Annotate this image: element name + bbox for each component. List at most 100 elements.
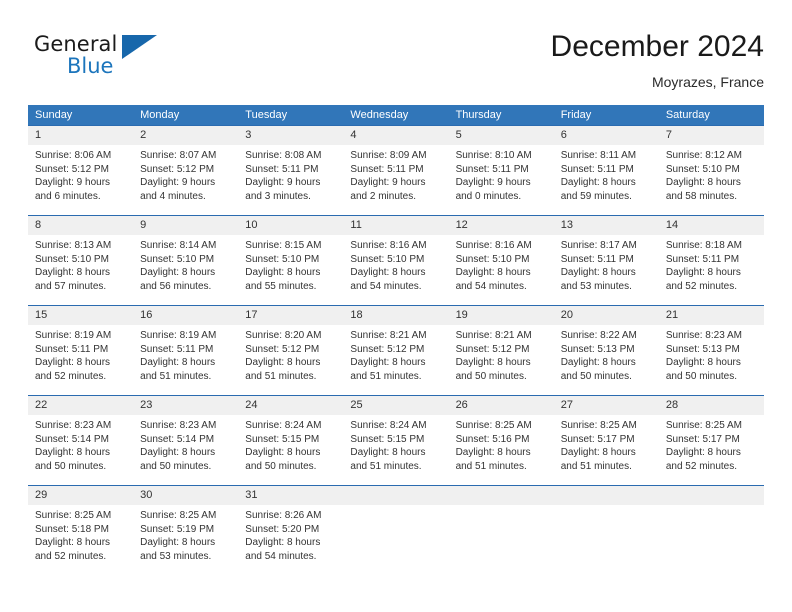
day-cell[interactable]: 5 Sunrise: 8:10 AM Sunset: 5:11 PM Dayli…: [449, 126, 554, 215]
day-cell-empty: [659, 486, 764, 575]
sunset-text: Sunset: 5:12 PM: [350, 343, 425, 355]
day-cell[interactable]: 16 Sunrise: 8:19 AM Sunset: 5:11 PM Dayl…: [133, 306, 238, 395]
sunrise-text: Sunrise: 8:12 AM: [665, 150, 742, 161]
daylight-text-line2: and 53 minutes.: [560, 280, 632, 292]
day-cell[interactable]: 20 Sunrise: 8:22 AM Sunset: 5:13 PM Dayl…: [554, 306, 659, 395]
day-cell[interactable]: 13 Sunrise: 8:17 AM Sunset: 5:11 PM Dayl…: [554, 216, 659, 305]
day-cell[interactable]: 12 Sunrise: 8:16 AM Sunset: 5:10 PM Dayl…: [449, 216, 554, 305]
sunset-text: Sunset: 5:10 PM: [35, 253, 109, 265]
day-number: 3: [245, 129, 252, 141]
day-cell[interactable]: 27 Sunrise: 8:25 AM Sunset: 5:17 PM Dayl…: [554, 396, 659, 485]
day-number: 28: [665, 399, 679, 411]
weekday-header-sunday: Sunday: [35, 109, 73, 121]
sunset-text: Sunset: 5:10 PM: [350, 253, 425, 265]
daylight-text-line1: Daylight: 9 hours: [245, 177, 321, 188]
sunset-text: Sunset: 5:20 PM: [245, 523, 320, 535]
day-cell[interactable]: 19 Sunrise: 8:21 AM Sunset: 5:12 PM Dayl…: [449, 306, 554, 395]
day-cell[interactable]: 10 Sunrise: 8:15 AM Sunset: 5:10 PM Dayl…: [238, 216, 343, 305]
day-cell[interactable]: 18 Sunrise: 8:21 AM Sunset: 5:12 PM Dayl…: [343, 306, 448, 395]
calendar-week-row: 22 Sunrise: 8:23 AM Sunset: 5:14 PM Dayl…: [28, 395, 764, 485]
weekday-header-tuesday: Tuesday: [245, 109, 288, 121]
day-number: 22: [35, 399, 48, 411]
day-cell[interactable]: 7 Sunrise: 8:12 AM Sunset: 5:10 PM Dayli…: [659, 126, 764, 215]
sunrise-text: Sunrise: 8:18 AM: [665, 240, 742, 251]
sunrise-text: Sunrise: 8:09 AM: [350, 150, 427, 161]
day-details: Sunrise: 8:24 AM Sunset: 5:15 PM Dayligh…: [238, 415, 343, 473]
sunrise-text: Sunrise: 8:24 AM: [245, 420, 322, 431]
daylight-text-line2: and 52 minutes.: [665, 280, 738, 292]
day-number: 13: [560, 219, 573, 231]
day-cell[interactable]: 17 Sunrise: 8:20 AM Sunset: 5:12 PM Dayl…: [238, 306, 343, 395]
day-cell[interactable]: 28 Sunrise: 8:25 AM Sunset: 5:17 PM Dayl…: [659, 396, 764, 485]
daylight-text-line1: Daylight: 8 hours: [35, 357, 111, 368]
day-cell[interactable]: 6 Sunrise: 8:11 AM Sunset: 5:11 PM Dayli…: [554, 126, 659, 215]
day-cell[interactable]: 24 Sunrise: 8:24 AM Sunset: 5:15 PM Dayl…: [238, 396, 343, 485]
daylight-text-line2: and 56 minutes.: [140, 280, 212, 292]
day-details: Sunrise: 8:25 AM Sunset: 5:17 PM Dayligh…: [554, 415, 659, 473]
sunrise-text: Sunrise: 8:10 AM: [455, 150, 532, 161]
daylight-text-line1: Daylight: 8 hours: [350, 267, 426, 278]
day-details: Sunrise: 8:10 AM Sunset: 5:11 PM Dayligh…: [449, 145, 554, 203]
day-cell[interactable]: 2 Sunrise: 8:07 AM Sunset: 5:12 PM Dayli…: [133, 126, 238, 215]
day-details: Sunrise: 8:22 AM Sunset: 5:13 PM Dayligh…: [554, 325, 659, 383]
sunset-text: Sunset: 5:14 PM: [140, 433, 215, 445]
day-number: 1: [35, 129, 42, 141]
day-cell[interactable]: 22 Sunrise: 8:23 AM Sunset: 5:14 PM Dayl…: [28, 396, 133, 485]
sunset-text: Sunset: 5:13 PM: [665, 343, 740, 355]
sunrise-text: Sunrise: 8:21 AM: [350, 330, 427, 341]
daylight-text-line2: and 57 minutes.: [35, 280, 107, 292]
calendar-grid: Sunday Monday Tuesday Wednesday Thursday…: [28, 105, 764, 575]
sunset-text: Sunset: 5:14 PM: [35, 433, 109, 445]
day-cell[interactable]: 31 Sunrise: 8:26 AM Sunset: 5:20 PM Dayl…: [238, 486, 343, 575]
daylight-text-line1: Daylight: 8 hours: [665, 177, 741, 188]
sunset-text: Sunset: 5:17 PM: [560, 433, 635, 445]
calendar-page: General Blue December 2024 Moyrazes, Fra…: [0, 0, 792, 612]
daylight-text-line1: Daylight: 8 hours: [245, 357, 321, 368]
day-cell[interactable]: 14 Sunrise: 8:18 AM Sunset: 5:11 PM Dayl…: [659, 216, 764, 305]
sunrise-text: Sunrise: 8:14 AM: [140, 240, 217, 251]
day-details: Sunrise: 8:16 AM Sunset: 5:10 PM Dayligh…: [449, 235, 554, 293]
day-details: Sunrise: 8:15 AM Sunset: 5:10 PM Dayligh…: [238, 235, 343, 293]
day-cell[interactable]: 25 Sunrise: 8:24 AM Sunset: 5:15 PM Dayl…: [343, 396, 448, 485]
sunset-text: Sunset: 5:11 PM: [455, 163, 529, 175]
day-number: 19: [455, 309, 468, 321]
daylight-text-line1: Daylight: 8 hours: [35, 447, 111, 458]
daylight-text-line1: Daylight: 8 hours: [455, 357, 531, 368]
day-cell[interactable]: 3 Sunrise: 8:08 AM Sunset: 5:11 PM Dayli…: [238, 126, 343, 215]
day-number: 11: [350, 219, 362, 231]
daylight-text-line1: Daylight: 8 hours: [245, 447, 321, 458]
daylight-text-line2: and 55 minutes.: [245, 280, 317, 292]
daylight-text-line1: Daylight: 8 hours: [560, 357, 636, 368]
day-cell[interactable]: 29 Sunrise: 8:25 AM Sunset: 5:18 PM Dayl…: [28, 486, 133, 575]
daylight-text-line2: and 51 minutes.: [455, 460, 527, 472]
sunrise-text: Sunrise: 8:16 AM: [350, 240, 427, 251]
day-number: 17: [245, 309, 258, 321]
day-cell[interactable]: 1 Sunrise: 8:06 AM Sunset: 5:12 PM Dayli…: [28, 126, 133, 215]
day-details: Sunrise: 8:23 AM Sunset: 5:14 PM Dayligh…: [133, 415, 238, 473]
day-cell[interactable]: 23 Sunrise: 8:23 AM Sunset: 5:14 PM Dayl…: [133, 396, 238, 485]
sunrise-text: Sunrise: 8:19 AM: [140, 330, 217, 341]
daylight-text-line1: Daylight: 8 hours: [35, 267, 111, 278]
day-cell[interactable]: 26 Sunrise: 8:25 AM Sunset: 5:16 PM Dayl…: [449, 396, 554, 485]
daylight-text-line1: Daylight: 8 hours: [140, 537, 216, 548]
page-subtitle: Moyrazes, France: [651, 74, 764, 90]
day-cell[interactable]: 15 Sunrise: 8:19 AM Sunset: 5:11 PM Dayl…: [28, 306, 133, 395]
daylight-text-line1: Daylight: 8 hours: [245, 537, 321, 548]
general-blue-logo[interactable]: General Blue: [34, 32, 214, 88]
day-number: 7: [665, 129, 672, 141]
sunrise-text: Sunrise: 8:20 AM: [245, 330, 322, 341]
sunset-text: Sunset: 5:11 PM: [665, 253, 740, 265]
day-cell[interactable]: 8 Sunrise: 8:13 AM Sunset: 5:10 PM Dayli…: [28, 216, 133, 305]
daylight-text-line2: and 59 minutes.: [560, 190, 632, 202]
day-cell[interactable]: 11 Sunrise: 8:16 AM Sunset: 5:10 PM Dayl…: [343, 216, 448, 305]
daylight-text-line1: Daylight: 8 hours: [560, 447, 636, 458]
daylight-text-line1: Daylight: 8 hours: [455, 267, 531, 278]
daylight-text-line1: Daylight: 8 hours: [665, 267, 741, 278]
sunset-text: Sunset: 5:13 PM: [560, 343, 635, 355]
day-cell[interactable]: 30 Sunrise: 8:25 AM Sunset: 5:19 PM Dayl…: [133, 486, 238, 575]
day-cell[interactable]: 21 Sunrise: 8:23 AM Sunset: 5:13 PM Dayl…: [659, 306, 764, 395]
day-cell[interactable]: 4 Sunrise: 8:09 AM Sunset: 5:11 PM Dayli…: [343, 126, 448, 215]
day-cell[interactable]: 9 Sunrise: 8:14 AM Sunset: 5:10 PM Dayli…: [133, 216, 238, 305]
day-number: 16: [140, 309, 153, 321]
daylight-text-line2: and 51 minutes.: [560, 460, 632, 472]
